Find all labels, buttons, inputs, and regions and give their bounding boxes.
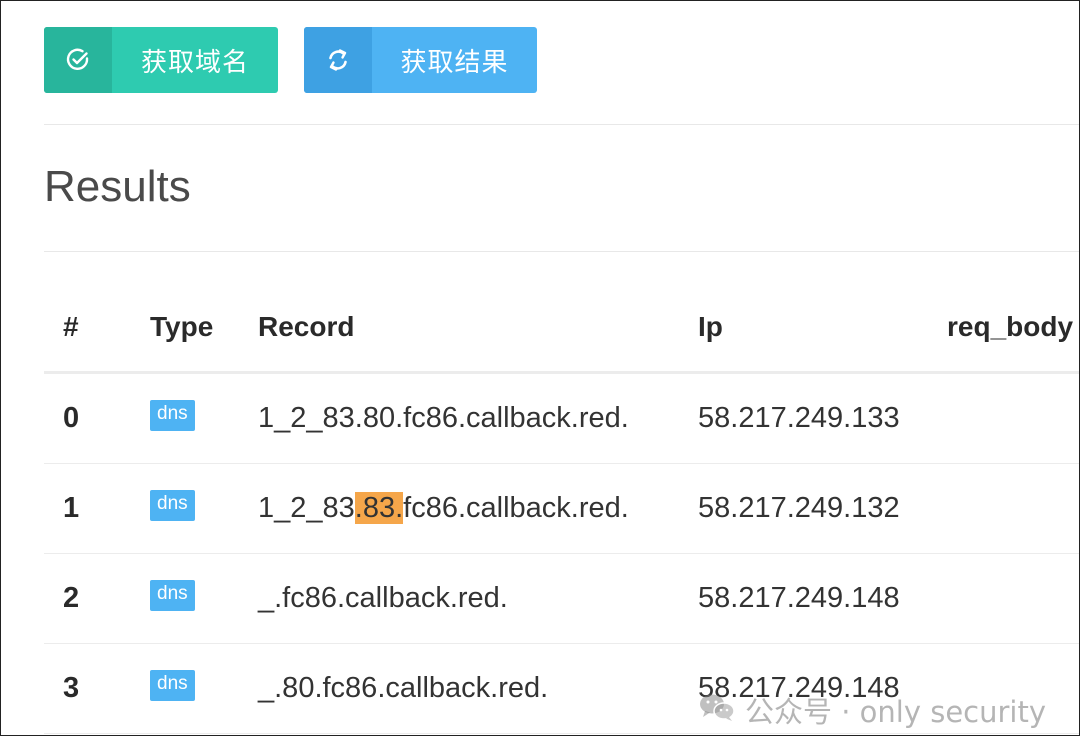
type-badge: dns [150, 490, 195, 521]
record-text: 1_2_83 [258, 492, 355, 524]
get-domain-label: 获取域名 [140, 47, 249, 78]
highlighted-text: .83. [354, 492, 404, 524]
column-header-num: # [63, 311, 79, 342]
wechat-icon [697, 692, 737, 729]
divider [44, 251, 1079, 252]
column-header-req-body: req_body [947, 311, 1074, 342]
ip-cell: 58.217.249.133 [698, 402, 900, 434]
get-result-label: 获取结果 [400, 47, 509, 78]
check-circle-icon [44, 27, 112, 93]
type-cell: dns [150, 484, 195, 521]
column-header-record: Record [258, 311, 355, 342]
ip-cell: 58.217.249.148 [698, 582, 900, 614]
record-text: fc86.callback.red. [403, 492, 629, 524]
column-header-type: Type [150, 311, 214, 342]
table-row: 0 dns 1_2_83.80.fc86.callback.red. 58.21… [44, 374, 1079, 464]
type-cell: dns [150, 394, 195, 431]
record-cell: _.80.fc86.callback.red. [258, 672, 549, 704]
page-title: Results [44, 162, 191, 211]
table-row: 2 dns _.fc86.callback.red. 58.217.249.14… [44, 554, 1079, 644]
get-result-button[interactable]: 获取结果 [304, 27, 537, 93]
column-header-ip: Ip [698, 311, 723, 342]
type-badge: dns [150, 580, 195, 611]
record-cell: 1_2_83.80.fc86.callback.red. [258, 402, 629, 434]
record-cell: _.fc86.callback.red. [258, 582, 508, 614]
refresh-icon [304, 27, 372, 93]
divider [44, 124, 1079, 125]
table-row: 1 dns 1_2_83.83.fc86.callback.red. 58.21… [44, 464, 1079, 554]
type-badge: dns [150, 670, 195, 701]
app-frame: 获取域名 获取结果 Results # Type Record Ip req_b… [0, 0, 1080, 736]
table-header: # Type Record Ip req_body [44, 287, 1079, 374]
row-index: 2 [63, 582, 80, 614]
row-index: 3 [63, 672, 80, 704]
row-index: 1 [63, 492, 80, 524]
get-domain-button[interactable]: 获取域名 [44, 27, 278, 93]
row-index: 0 [63, 402, 80, 434]
watermark-text: 公众号 · only security [745, 695, 1047, 729]
type-cell: dns [150, 664, 195, 701]
record-cell: 1_2_83.83.fc86.callback.red. [258, 492, 629, 525]
ip-cell: 58.217.249.132 [698, 492, 900, 524]
type-cell: dns [150, 574, 195, 611]
results-table: # Type Record Ip req_body 0 dns 1_2_83.8… [44, 287, 1079, 734]
type-badge: dns [150, 400, 195, 431]
watermark: 公众号 · only security [697, 689, 1046, 731]
